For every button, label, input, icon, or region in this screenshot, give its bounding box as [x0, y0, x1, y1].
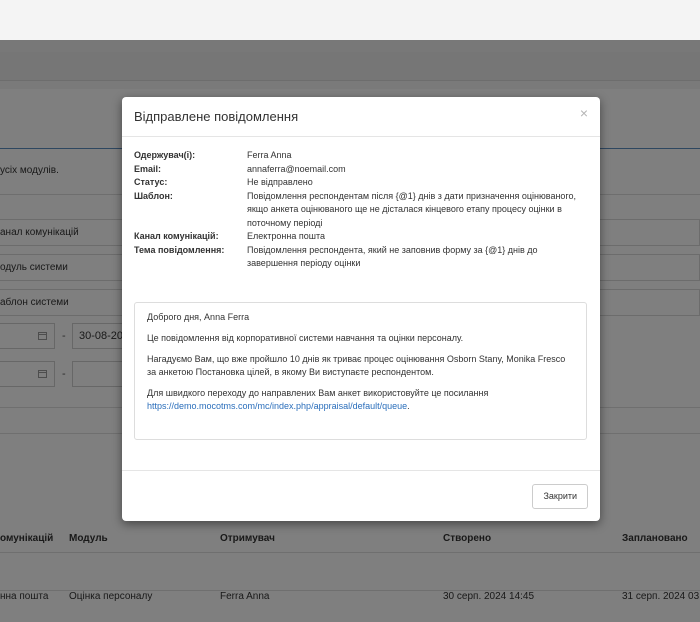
modal-title: Відправлене повідомлення	[134, 109, 299, 124]
detail-value: Електронна пошта	[247, 231, 326, 241]
message-paragraph: Нагадуємо Вам, що вже пройшло 10 днів як…	[147, 354, 566, 377]
detail-value: Повідомлення респондентам після {@1} дні…	[247, 190, 577, 228]
modal-footer: Закрити	[122, 470, 600, 521]
browser-top-area	[0, 0, 700, 40]
link-suffix: .	[407, 401, 410, 411]
close-icon[interactable]: ×	[580, 106, 588, 120]
detail-value: Ferra Anna	[247, 150, 292, 160]
detail-label: Одержувач(і):	[134, 150, 196, 160]
message-paragraph: Для швидкого переходу до направлених Вам…	[147, 387, 574, 413]
detail-value: annaferra@noemail.com	[247, 163, 346, 174]
detail-label: Тема повідомлення:	[134, 244, 225, 255]
detail-label: Статус:	[134, 177, 168, 187]
close-button[interactable]: Закрити	[532, 484, 588, 509]
message-body: Доброго дня, Anna Ferra Це повідомлення …	[134, 302, 587, 440]
detail-value: Повідомлення респондента, який не заповн…	[247, 244, 538, 269]
detail-label: Канал комунікацій:	[134, 231, 219, 241]
detail-row-status: Статус: Не відправлено	[134, 176, 590, 190]
detail-row-channel: Канал комунікацій: Електронна пошта	[134, 230, 590, 244]
detail-label: Email:	[134, 163, 162, 174]
modal-header: Відправлене повідомлення ×	[122, 97, 600, 137]
queue-link[interactable]: https://demo.mocotms.com/mc/index.php/ap…	[147, 401, 407, 411]
message-paragraph: Це повідомлення від корпоративної систем…	[147, 333, 464, 343]
detail-row-template: Шаблон: Повідомлення респондентам після …	[134, 190, 590, 231]
detail-value: Не відправлено	[247, 177, 313, 187]
message-details: Одержувач(і): Ferra Anna Email: annaferr…	[134, 149, 590, 271]
detail-label: Шаблон:	[134, 190, 173, 201]
message-link-intro: Для швидкого переходу до направлених Вам…	[147, 388, 489, 398]
sent-message-modal: Відправлене повідомлення × Одержувач(і):…	[122, 97, 600, 521]
detail-row-subject: Тема повідомлення: Повідомлення респонде…	[134, 244, 590, 271]
detail-row-email: Email: annaferra@noemail.com	[134, 163, 590, 177]
detail-row-recipients: Одержувач(і): Ferra Anna	[134, 149, 590, 163]
message-greeting: Доброго дня, Anna Ferra	[147, 312, 250, 322]
